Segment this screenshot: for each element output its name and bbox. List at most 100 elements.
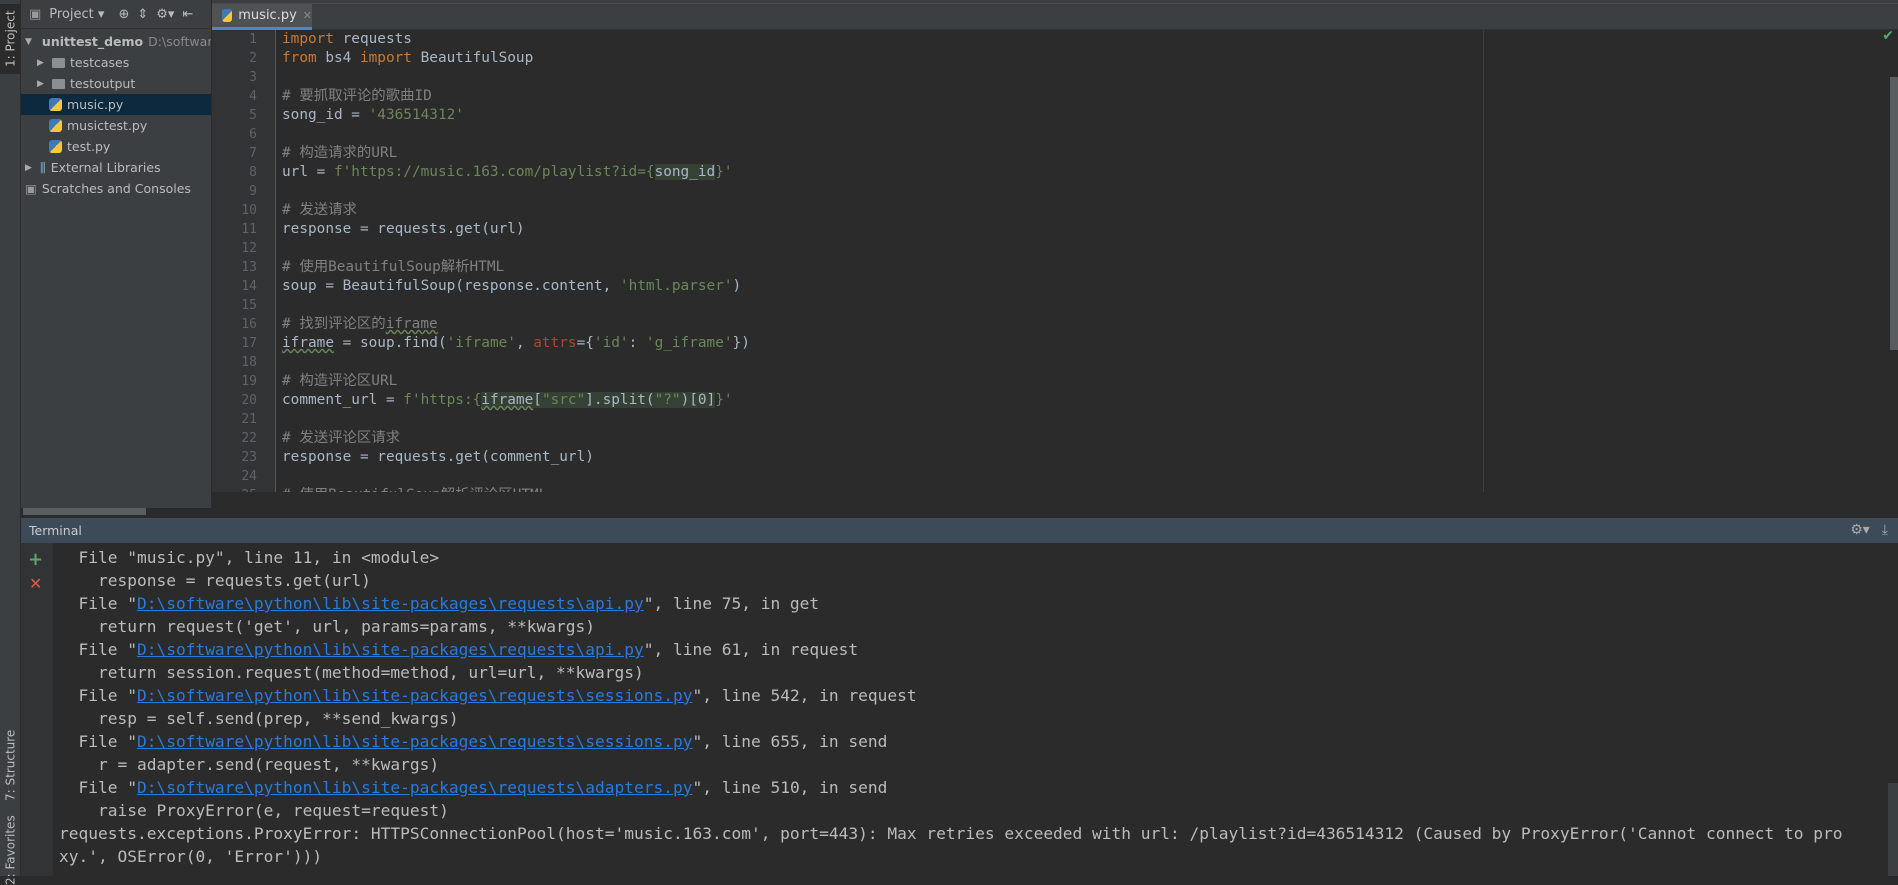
code-token: = soup.find( (333, 335, 447, 351)
terminal-toolbar: + ✕ (21, 543, 53, 876)
terminal-text: ", line 61, in request (643, 640, 859, 659)
right-margin-guide (1483, 30, 1484, 492)
tree-item-testcases[interactable]: ▶ testcases (21, 52, 211, 73)
collapsed-arrow-icon[interactable]: ▶ (37, 79, 47, 89)
terminal-text: File " (59, 778, 137, 797)
terminal-line: r = adapter.send(request, **kwargs) (59, 753, 439, 776)
file-link[interactable]: D:\software\python\lib\site-packages\req… (137, 686, 693, 705)
tree-item-music-py[interactable]: music.py (21, 94, 211, 115)
code-token: import (282, 31, 334, 47)
gear-icon[interactable]: ⚙▾ (156, 7, 174, 22)
hide-icon[interactable]: ⇤ (182, 7, 193, 22)
code-line: # 构造请求的URL (282, 144, 750, 163)
code-area[interactable]: import requests from bs4 import Beautiful… (282, 30, 750, 492)
hide-panel-icon[interactable]: ⤓ (1882, 522, 1888, 538)
code-line: # 使用BeautifulSoup解析评论区HTML (282, 486, 750, 492)
code-token: iframe (282, 335, 334, 351)
editor-vertical-scrollbar[interactable] (1890, 77, 1898, 350)
code-token: 'g_iframe' (645, 335, 733, 351)
tree-item-label: Scratches and Consoles (41, 181, 191, 196)
code-line: response = requests.get(url) (282, 220, 750, 239)
project-panel: ▣ Project ▾ ⊕ ⇕ ⚙▾ ⇤ ▼ unittest_demo D:\so… (21, 0, 212, 508)
close-icon[interactable]: ✕ (303, 9, 312, 22)
tree-item-label: music.py (67, 97, 124, 112)
project-view-dropdown[interactable]: Project ▾ (49, 7, 104, 22)
line-number: 5 (249, 108, 257, 123)
code-token: }' (715, 164, 733, 180)
tree-item-unittest-demo[interactable]: ▼ unittest_demo D:\software (21, 31, 211, 52)
scratches-icon: ▣ (25, 181, 37, 196)
code-token: soup = BeautifulSoup(response.content, (282, 278, 620, 294)
code-token: }) (732, 335, 750, 351)
close-session-icon[interactable]: ✕ (29, 574, 42, 593)
collapsed-arrow-icon[interactable]: ▶ (37, 58, 47, 68)
expanded-arrow-icon[interactable]: ▼ (25, 37, 32, 47)
file-link[interactable]: D:\software\python\lib\site-packages\req… (137, 594, 644, 613)
tree-item-label: musictest.py (67, 118, 148, 133)
terminal-line: File "D:\software\python\lib\site-packag… (59, 638, 858, 661)
tree-item-test-py[interactable]: test.py (21, 136, 211, 157)
terminal-text: File "music.py", line 11, in <module> (59, 548, 440, 567)
code-line: comment_url = f'https:{iframe["src"].spl… (282, 391, 750, 410)
tree-item-label: testcases (70, 55, 130, 70)
line-number: 3 (249, 70, 257, 85)
project-view-icon: ▣ (29, 6, 42, 22)
terminal-text: requests.exceptions.ProxyError: HTTPSCon… (59, 824, 1843, 843)
code-token: '436514312' (368, 107, 464, 123)
file-link[interactable]: D:\software\python\lib\site-packages\req… (137, 778, 693, 797)
code-token: response = requests.get(url) (282, 221, 525, 237)
tab-music-py[interactable]: music.py ✕ (212, 4, 312, 30)
line-number: 18 (241, 355, 257, 370)
code-token: # 发送请求 (282, 202, 357, 218)
terminal-line: response = requests.get(url) (59, 569, 371, 592)
terminal-line: return session.request(method=method, ur… (59, 661, 644, 684)
new-session-icon[interactable]: + (28, 549, 43, 570)
locate-icon[interactable]: ⊕ (118, 7, 129, 22)
terminal-text: ", line 510, in send (692, 778, 888, 797)
tool-window-strip: 1: Project 7: Structure 2: Favorites (0, 0, 21, 885)
line-number: 12 (241, 241, 257, 256)
file-link[interactable]: D:\software\python\lib\site-packages\req… (137, 640, 644, 659)
terminal-text: ", line 655, in send (692, 732, 888, 751)
tree-item-label: test.py (67, 139, 111, 154)
terminal-header: Terminal ⚙▾ ⤓ (21, 518, 1898, 543)
tree-item-label: unittest_demo (41, 34, 144, 49)
line-number: 17 (241, 336, 257, 351)
terminal-output[interactable]: File "music.py", line 11, in <module> re… (53, 543, 1898, 876)
gear-icon[interactable]: ⚙▾ (1850, 522, 1870, 538)
terminal-line: File "D:\software\python\lib\site-packag… (59, 776, 887, 799)
project-tool-tab[interactable]: 1: Project (0, 4, 21, 74)
code-line: # 要抓取评论的歌曲ID (282, 87, 750, 106)
collapsed-arrow-icon[interactable]: ▶ (25, 163, 35, 173)
code-token: # 使用BeautifulSoup解析评论区HTML (282, 487, 547, 492)
tree-item-musictest-py[interactable]: musictest.py (21, 115, 211, 136)
terminal-scrollbar[interactable] (1888, 783, 1898, 876)
code-line: url = f'https://music.163.com/playlist?i… (282, 163, 750, 182)
code-line: iframe = soup.find('iframe', attrs={'id'… (282, 334, 750, 353)
tree-item-external-libraries[interactable]: ▶ ⫼ External Libraries (21, 157, 211, 178)
inspection-ok-icon[interactable]: ✔ (1882, 30, 1894, 44)
code-token: bs4 (316, 50, 360, 66)
terminal-line: raise ProxyError(e, request=request) (59, 799, 449, 822)
tree-item-label: testoutput (70, 76, 136, 91)
tree-item-testoutput[interactable]: ▶ testoutput (21, 73, 211, 94)
terminal-text: ", line 542, in request (692, 686, 917, 705)
file-link[interactable]: D:\software\python\lib\site-packages\req… (137, 732, 693, 751)
code-token: ) (732, 278, 742, 294)
code-token: 'html.parser' (619, 278, 733, 294)
collapse-icon[interactable]: ⇕ (137, 7, 148, 22)
code-token: f'https://music.163.com/playlist?id={ (333, 164, 655, 180)
code-token: , (515, 335, 534, 351)
favorites-tool-tab[interactable]: 2: Favorites (0, 815, 21, 885)
code-editor[interactable]: 1234567891011121314151617181920212223242… (212, 30, 1898, 492)
line-number: 8 (249, 165, 257, 180)
code-line: response = requests.get(comment_url) (282, 448, 750, 467)
structure-tool-tab[interactable]: 7: Structure (0, 720, 21, 810)
tree-item-scratches-and-consoles[interactable]: ▣ Scratches and Consoles (21, 178, 211, 199)
code-token: song_id = (282, 107, 369, 123)
project-horizontal-scrollbar[interactable] (23, 508, 146, 515)
terminal-text: File " (59, 640, 137, 659)
folder-icon (52, 57, 65, 68)
